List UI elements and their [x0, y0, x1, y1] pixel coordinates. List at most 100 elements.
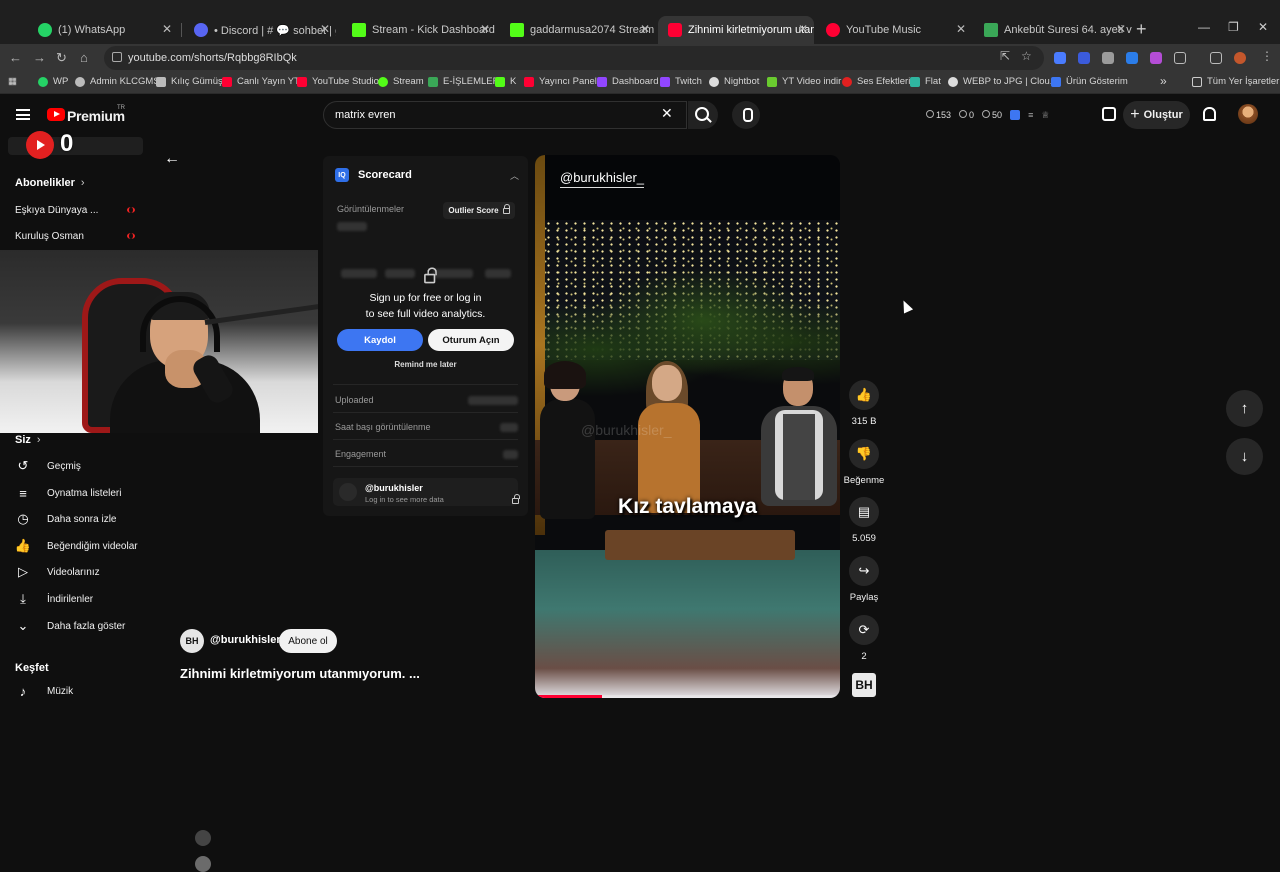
channel-avatar[interactable]: BH	[180, 629, 204, 653]
bookmark-item[interactable]: Ses Efektleri	[842, 76, 910, 87]
extension-icon[interactable]	[1010, 110, 1021, 120]
close-icon[interactable]: ✕	[480, 22, 490, 36]
notifications-bell-icon[interactable]	[1203, 107, 1216, 121]
close-icon[interactable]: ✕	[956, 22, 966, 36]
login-button[interactable]: Oturum Açın	[428, 329, 514, 351]
cast-icon[interactable]	[1102, 107, 1116, 121]
bookmark-item[interactable]: Admin KLCGMS	[75, 76, 160, 87]
subscription-item[interactable]: Kuruluş Osman	[15, 227, 211, 872]
tab-ankebut[interactable]: Ankebût Suresi 64. ayeti ve me... ✕	[974, 16, 1132, 44]
youtube-logo-icon[interactable]	[47, 108, 65, 121]
more-bookmarks-button[interactable]: »	[1160, 74, 1167, 88]
bookmark-item[interactable]: Kılıç Gümüş	[156, 76, 223, 87]
tab-youtube-music[interactable]: YouTube Music ✕	[816, 16, 972, 44]
bookmark-item[interactable]: YouTube Studio	[297, 76, 379, 87]
reload-icon[interactable]: ↻	[56, 50, 67, 66]
signup-button[interactable]: Kaydol	[337, 329, 423, 351]
share-button[interactable]: ↪ Paylaş	[843, 556, 885, 603]
shorts-video-player[interactable]: @burukhisler_ @burukhisler_ Kız tavlamay…	[535, 155, 840, 698]
create-button[interactable]: + Oluştur	[1123, 101, 1190, 129]
camera-extension-icon[interactable]	[1102, 52, 1114, 64]
dislike-button[interactable]: 👎 Beğenme	[843, 439, 885, 486]
site-info-icon[interactable]	[112, 52, 122, 62]
bookmark-item[interactable]: Nightbot	[709, 76, 759, 87]
sidebar-item-playlists[interactable]: ≡ Oynatma listeleri	[15, 484, 155, 502]
sidebar-item-watch-later[interactable]: ◷ Daha sonra izle	[15, 510, 155, 528]
install-app-icon[interactable]: ⇱	[1000, 49, 1010, 63]
bookmark-item[interactable]: Stream	[378, 76, 424, 87]
minimize-icon[interactable]: —	[1198, 20, 1210, 34]
bookmark-item[interactable]: Canlı Yayın YT	[222, 76, 300, 87]
subscribe-button[interactable]: Abone ol	[279, 629, 337, 653]
menu-dots-icon[interactable]: ⋮	[1261, 49, 1273, 63]
tab-discord[interactable]: • Discord | # 💬 sohbet | gad... ✕	[184, 16, 336, 44]
back-icon[interactable]: ←	[9, 50, 22, 65]
chevron-up-icon[interactable]: ︿	[510, 169, 519, 182]
extension-stats[interactable]: 153 0 50 ≡ ♕	[926, 106, 1049, 124]
profile-icon[interactable]	[1234, 52, 1246, 64]
home-icon[interactable]: ⌂	[80, 50, 88, 65]
forward-icon[interactable]: →	[33, 50, 46, 65]
back-arrow-icon[interactable]: ←	[164, 150, 180, 168]
sidebar-item-downloads[interactable]: ⤓ İndirilenler	[15, 590, 155, 608]
previous-short-button[interactable]: ↑	[1226, 390, 1263, 427]
close-window-icon[interactable]: ✕	[1258, 20, 1268, 34]
bookmark-item[interactable]: Twitch	[660, 76, 702, 87]
bookmark-item[interactable]: Ürün Gösterim	[1051, 76, 1128, 87]
tab-whatsapp[interactable]: (1) WhatsApp ✕	[28, 16, 178, 44]
extension-icon[interactable]	[1078, 52, 1090, 64]
close-icon[interactable]: ✕	[320, 22, 330, 36]
comments-button[interactable]: ▤ 5.059	[843, 497, 885, 544]
bookmark-item[interactable]: Flat	[910, 76, 941, 87]
search-input[interactable]: matrix evren	[323, 101, 687, 129]
remix-button[interactable]: ⟳ 2	[843, 615, 885, 662]
menu-icon[interactable]	[16, 109, 30, 120]
sidebar-item-liked-videos[interactable]: 👍 Beğendiğim videolar	[15, 537, 155, 555]
bookmark-item[interactable]: E-İŞLEMLER	[428, 76, 500, 87]
sidebar-item-show-more[interactable]: ⌄ Daha fazla göster	[15, 617, 155, 635]
subscriptions-heading[interactable]: Abonelikler ›	[15, 177, 85, 189]
sound-source-avatar[interactable]: BH	[850, 671, 878, 699]
subscription-item[interactable]: Eşkıya Dünyaya ...	[15, 201, 211, 846]
outlier-score-button[interactable]: Outlier Score	[443, 202, 515, 219]
close-icon[interactable]: ✕	[162, 22, 172, 36]
close-icon[interactable]: ✕	[640, 22, 650, 36]
next-short-button[interactable]: ↓	[1226, 438, 1263, 475]
trophy-icon[interactable]: ♕	[1041, 110, 1049, 121]
scorecard-channel-row[interactable]: @burukhisler Log in to see more data	[333, 478, 520, 506]
extension-icon[interactable]	[1150, 52, 1162, 64]
bookmark-item[interactable]: Yayıncı Paneli	[524, 76, 599, 87]
apps-grid-icon[interactable]: ▦	[8, 76, 17, 87]
sidebar-item-history[interactable]: ↺ Geçmiş	[15, 457, 155, 475]
close-icon[interactable]: ✕	[798, 22, 808, 36]
translate-extension-icon[interactable]	[1054, 52, 1066, 64]
media-control-icon[interactable]	[1210, 52, 1222, 64]
sidebar-item-music[interactable]: ♪ Müzik	[15, 682, 155, 700]
bookmark-item[interactable]: YT Video indir	[767, 76, 841, 87]
tab-kick-stream[interactable]: gaddarmusa2074 Stream - Wat... ✕	[500, 16, 656, 44]
bookmark-item[interactable]: K	[495, 76, 516, 87]
account-avatar[interactable]	[1238, 104, 1258, 124]
download-extension-icon[interactable]	[1126, 52, 1138, 64]
bookmark-item[interactable]: Dashboard	[597, 76, 658, 87]
close-icon[interactable]: ✕	[1116, 22, 1126, 36]
list-icon[interactable]: ≡	[1028, 110, 1033, 120]
all-bookmarks-button[interactable]: Tüm Yer İşaretleri	[1192, 76, 1280, 87]
video-title[interactable]: Zihnimi kirletmiyorum utanmıyorum. ...	[180, 666, 420, 681]
sidebar-item-your-videos[interactable]: ▷ Videolarınız	[15, 563, 155, 581]
bookmark-item[interactable]: WEBP to JPG | Clou...	[948, 76, 1058, 87]
tab-youtube-short[interactable]: Zihnimi kirletmiyorum utan... ✕	[658, 16, 814, 44]
remind-later-link[interactable]: Remind me later	[323, 360, 528, 369]
tab-kick-dashboard[interactable]: Stream - Kick Dashboard ✕	[342, 16, 496, 44]
search-button[interactable]	[688, 101, 718, 129]
bookmark-item[interactable]: WP	[38, 76, 68, 87]
video-progress-bar[interactable]	[535, 695, 840, 698]
you-heading[interactable]: Siz ›	[15, 434, 41, 446]
url-field[interactable]: youtube.com/shorts/Rqbbg8RIbQk	[104, 46, 1044, 70]
new-tab-button[interactable]: +	[1136, 19, 1147, 40]
extensions-puzzle-icon[interactable]	[1174, 52, 1186, 64]
like-button[interactable]: 👍 315 B	[843, 380, 885, 427]
bookmark-star-icon[interactable]: ☆	[1021, 49, 1032, 63]
restore-icon[interactable]: ❐	[1228, 20, 1239, 34]
clear-search-icon[interactable]: ✕	[661, 105, 673, 122]
